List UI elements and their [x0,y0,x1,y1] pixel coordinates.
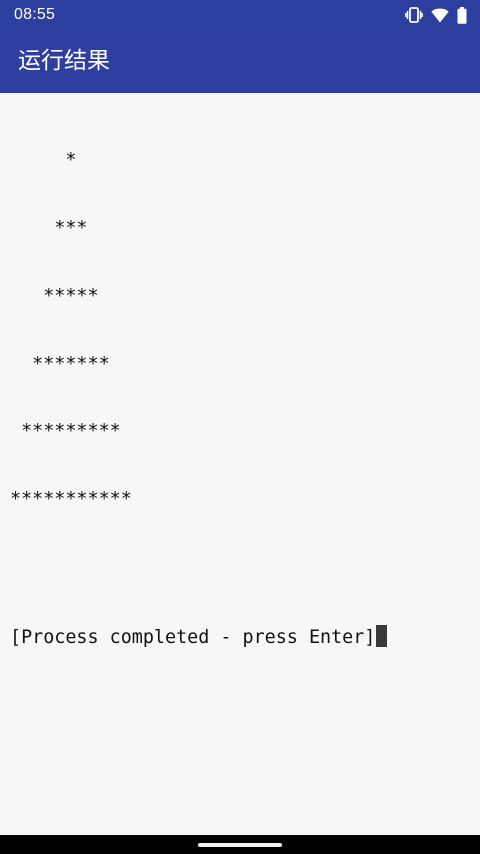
terminal-line: ********* [10,421,121,443]
screen: 08:55 运行结果 * *** ***** ******* *********… [0,0,480,854]
terminal-cursor [376,624,388,647]
terminal-lines: * *** ***** ******* ********* **********… [10,105,388,692]
terminal-line: ***** [10,285,99,307]
terminal-output[interactable]: * *** ***** ******* ********* **********… [0,93,480,835]
app-title: 运行结果 [18,48,110,74]
navigation-bar [0,835,480,854]
vibrate-icon [405,7,423,23]
status-time: 08:55 [14,6,56,23]
status-icons [405,6,467,24]
terminal-line: *********** [10,489,132,511]
terminal-line: ******* [10,353,110,375]
battery-icon [457,6,467,24]
terminal-line: *** [10,217,88,239]
app-bar: 运行结果 [0,30,480,93]
process-completed-message: [Process completed - press Enter] [10,626,376,648]
terminal-prompt-line: [Process completed - press Enter] [10,624,388,648]
terminal-line: * [10,150,77,172]
status-bar: 08:55 [0,0,480,30]
wifi-icon [431,8,449,23]
home-gesture-handle[interactable] [198,843,282,847]
